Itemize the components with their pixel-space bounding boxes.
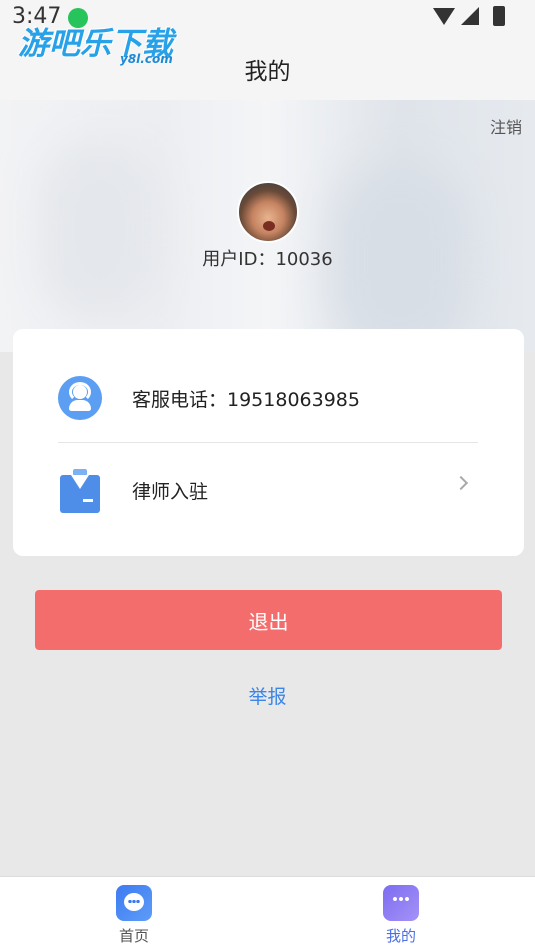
- signal-icon: [461, 7, 479, 25]
- menu-card: 客服电话：19518063985 律师入驻: [13, 329, 524, 556]
- exit-button[interactable]: 退出: [35, 590, 502, 650]
- menu-item-customer-service[interactable]: 客服电话：19518063985: [13, 347, 524, 447]
- battery-icon: [493, 6, 505, 26]
- user-id-label: 用户ID：10036: [202, 249, 333, 270]
- chat-bubble-icon: [116, 885, 152, 921]
- avatar[interactable]: [237, 181, 299, 243]
- profile-banner: 注销 用户ID：10036: [0, 100, 535, 352]
- customer-service-icon: [58, 376, 102, 420]
- nav-tab-mine[interactable]: 我的: [341, 885, 461, 946]
- menu-item-label: 客服电话：19518063985: [132, 389, 360, 411]
- nav-tab-label: 首页: [118, 927, 149, 945]
- nav-tab-home[interactable]: 首页: [74, 885, 194, 946]
- status-bar: 3:47 游吧乐下载 y8l.com 我的: [0, 0, 535, 100]
- chevron-right-icon: [453, 475, 469, 491]
- logout-link[interactable]: 注销: [490, 114, 522, 138]
- lawyer-suit-icon: [60, 469, 100, 513]
- nav-tab-label: 我的: [385, 927, 416, 945]
- menu-item-lawyer-join[interactable]: 律师入驻: [13, 443, 524, 543]
- bottom-nav: 首页 我的: [0, 876, 535, 951]
- page-title: 我的: [244, 59, 291, 85]
- message-dots-icon: [383, 885, 419, 921]
- report-link[interactable]: 举报: [0, 682, 535, 709]
- banner-background: [40, 140, 160, 320]
- wifi-icon: [433, 7, 455, 25]
- menu-item-label: 律师入驻: [132, 481, 209, 503]
- avatar-mouth: [263, 221, 275, 231]
- status-icons: [433, 6, 505, 26]
